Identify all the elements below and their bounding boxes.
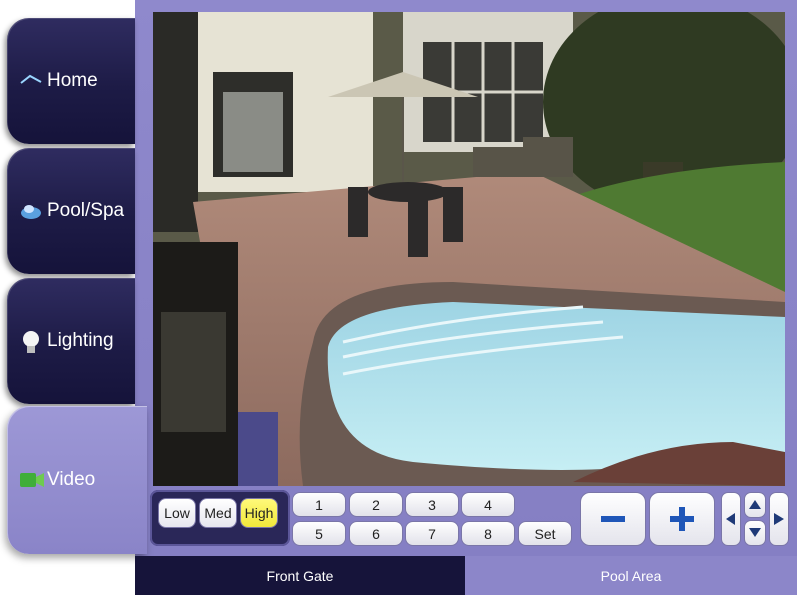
tab-front-gate[interactable]: Front Gate	[135, 556, 465, 595]
zoom-out-button[interactable]	[580, 492, 646, 546]
pan-left-button[interactable]	[721, 492, 741, 546]
camera-3-button[interactable]: 3	[405, 492, 459, 517]
nav-lighting-label: Lighting	[47, 330, 114, 351]
tilt-up-button[interactable]	[744, 492, 766, 518]
quality-selector: Low Med High	[150, 490, 290, 546]
arrow-up-icon	[749, 500, 761, 509]
arrow-down-icon	[749, 528, 761, 537]
quality-high-button[interactable]: High	[240, 498, 278, 528]
nav-home-label: Home	[47, 70, 98, 91]
video-icon	[19, 468, 44, 492]
tilt-down-button[interactable]	[744, 520, 766, 546]
camera-feed	[153, 12, 785, 486]
nav-lighting-button[interactable]: Lighting	[7, 278, 135, 404]
camera-6-button[interactable]: 6	[349, 521, 403, 546]
arrow-right-icon	[774, 513, 784, 525]
nav-video-label: Video	[47, 469, 96, 490]
plus-icon	[670, 507, 694, 531]
pan-right-button[interactable]	[769, 492, 789, 546]
camera-5-button[interactable]: 5	[292, 521, 346, 546]
zoom-in-button[interactable]	[649, 492, 715, 546]
quality-med-button[interactable]: Med	[199, 498, 237, 528]
nav-pool-spa-label: Pool/Spa	[47, 200, 125, 221]
camera-8-button[interactable]: 8	[461, 521, 515, 546]
tab-pool-area[interactable]: Pool Area	[465, 556, 797, 595]
quality-low-button[interactable]: Low	[158, 498, 196, 528]
camera-2-button[interactable]: 2	[349, 492, 403, 517]
home-icon	[19, 69, 43, 93]
camera-1-button[interactable]: 1	[292, 492, 346, 517]
minus-icon	[601, 516, 625, 522]
nav-home-button[interactable]: Home	[7, 18, 135, 144]
camera-4-button[interactable]: 4	[461, 492, 515, 517]
camera-7-button[interactable]: 7	[405, 521, 459, 546]
arrow-left-icon	[726, 513, 735, 525]
camera-set-button[interactable]: Set	[518, 521, 572, 546]
bulb-icon	[19, 329, 43, 353]
nav-video-button[interactable]: Video	[7, 406, 147, 554]
nav-pool-spa-button[interactable]: Pool/Spa	[7, 148, 135, 274]
pool-icon	[19, 199, 43, 223]
